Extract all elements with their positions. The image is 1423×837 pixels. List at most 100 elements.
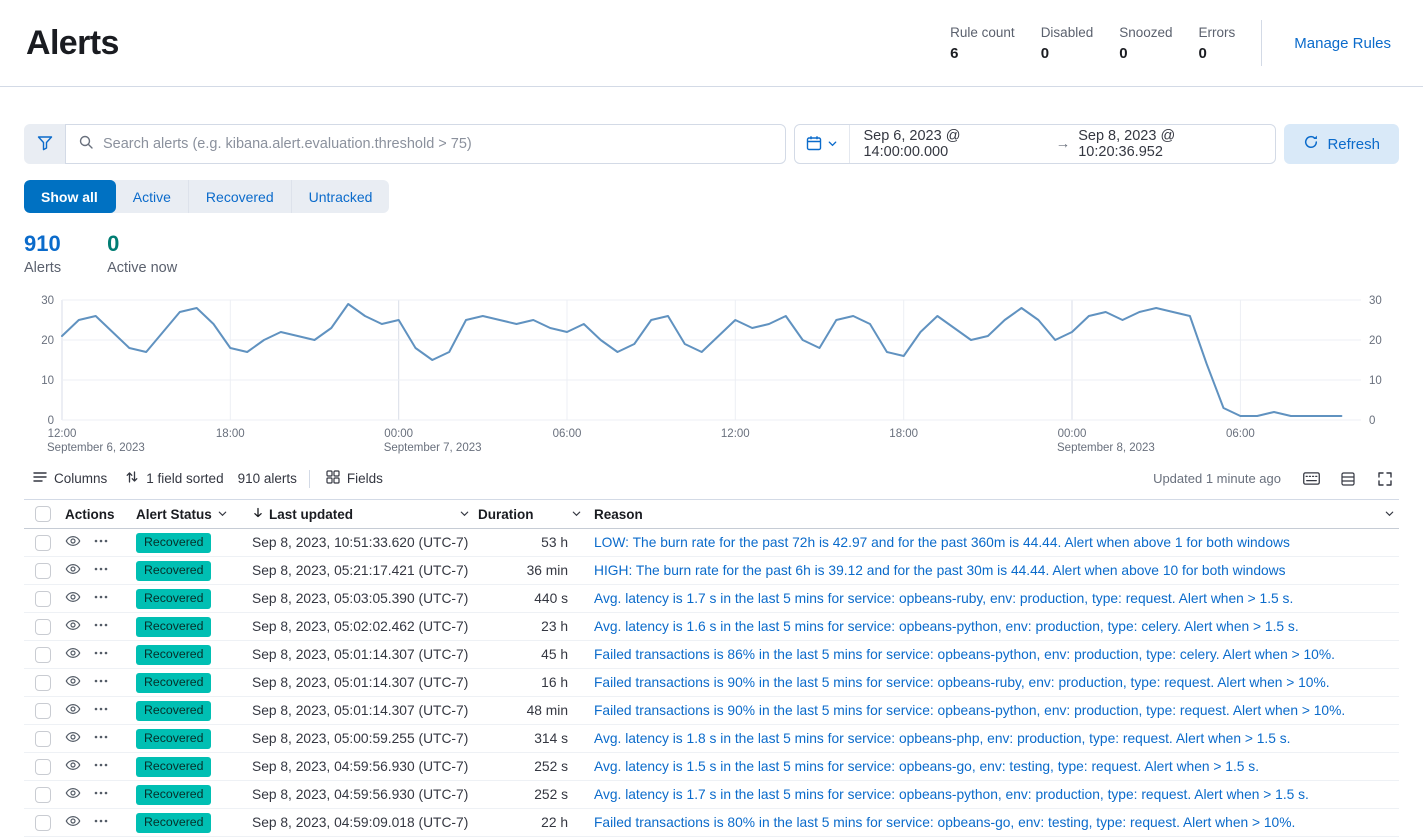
reason-link[interactable]: Avg. latency is 1.6 s in the last 5 mins… <box>594 619 1299 634</box>
more-actions-icon <box>93 701 109 720</box>
query-menu-button[interactable] <box>24 124 65 164</box>
row-checkbox[interactable] <box>35 563 51 579</box>
row-checkbox[interactable] <box>35 731 51 747</box>
svg-text:12:00: 12:00 <box>48 428 77 440</box>
search-input[interactable] <box>103 136 773 152</box>
more-actions-button[interactable] <box>93 645 109 664</box>
fields-icon <box>326 470 340 487</box>
svg-text:18:00: 18:00 <box>216 428 245 440</box>
toolbar-divider <box>309 470 310 488</box>
columns-button[interactable]: Columns <box>24 466 116 491</box>
row-checkbox[interactable] <box>35 787 51 803</box>
table-row: Recovered Sep 8, 2023, 05:01:14.307 (UTC… <box>24 697 1399 725</box>
refresh-button[interactable]: Refresh <box>1284 124 1399 164</box>
eye-icon <box>65 561 81 580</box>
more-actions-button[interactable] <box>93 561 109 580</box>
columns-button-label: Columns <box>54 471 107 486</box>
alerts-over-time-chart: 12:00September 6, 202318:0000:00Septembe… <box>24 290 1399 454</box>
more-actions-icon <box>93 729 109 748</box>
more-actions-button[interactable] <box>93 589 109 608</box>
sort-fields-button[interactable]: 1 field sorted <box>116 466 232 491</box>
alert-count-label: 910 alerts <box>233 467 302 490</box>
reason-link[interactable]: Failed transactions is 80% in the last 5… <box>594 815 1295 830</box>
view-alert-details-button[interactable] <box>65 645 81 664</box>
view-alert-details-button[interactable] <box>65 813 81 832</box>
column-header-reason[interactable]: Reason <box>588 507 1399 522</box>
search-box <box>65 124 786 164</box>
last-updated-cell: Sep 8, 2023, 04:59:09.018 (UTC-7) <box>252 815 478 830</box>
table-row: Recovered Sep 8, 2023, 05:00:59.255 (UTC… <box>24 725 1399 753</box>
reason-link[interactable]: Failed transactions is 86% in the last 5… <box>594 647 1335 662</box>
view-alert-details-button[interactable] <box>65 617 81 636</box>
svg-text:0: 0 <box>1369 415 1375 427</box>
reason-link[interactable]: HIGH: The burn rate for the past 6h is 3… <box>594 563 1286 578</box>
view-alert-details-button[interactable] <box>65 533 81 552</box>
svg-text:10: 10 <box>1369 375 1382 387</box>
reason-link[interactable]: Avg. latency is 1.8 s in the last 5 mins… <box>594 731 1291 746</box>
view-alert-details-button[interactable] <box>65 701 81 720</box>
alert-status-filter-group: Show all Active Recovered Untracked <box>24 180 389 213</box>
reason-link[interactable]: Failed transactions is 90% in the last 5… <box>594 675 1330 690</box>
column-header-alert-status[interactable]: Alert Status <box>136 507 252 522</box>
column-header-last-updated[interactable]: Last updated <box>252 507 478 522</box>
display-density-icon[interactable] <box>1334 467 1362 491</box>
more-actions-button[interactable] <box>93 533 109 552</box>
row-checkbox[interactable] <box>35 675 51 691</box>
row-checkbox[interactable] <box>35 619 51 635</box>
more-actions-button[interactable] <box>93 701 109 720</box>
fields-button[interactable]: Fields <box>317 466 392 491</box>
more-actions-button[interactable] <box>93 813 109 832</box>
filter-recovered[interactable]: Recovered <box>189 180 292 213</box>
eye-icon <box>65 757 81 776</box>
rule-stats-group: Rule count 6 Disabled 0 Snoozed 0 Errors… <box>950 20 1397 66</box>
more-actions-button[interactable] <box>93 757 109 776</box>
view-alert-details-button[interactable] <box>65 757 81 776</box>
eye-icon <box>65 673 81 692</box>
date-range-end[interactable]: Sep 8, 2023 @ 10:20:36.952 <box>1078 128 1262 160</box>
page-header: Alerts Rule count 6 Disabled 0 Snoozed 0… <box>0 0 1423 87</box>
stat-snoozed: Snoozed 0 <box>1119 25 1172 62</box>
manage-rules-link[interactable]: Manage Rules <box>1288 35 1397 52</box>
view-alert-details-button[interactable] <box>65 729 81 748</box>
chevron-down-icon <box>1384 507 1395 522</box>
duration-cell: 16 h <box>478 675 588 690</box>
sort-fields-icon <box>125 470 139 487</box>
search-icon <box>78 134 94 155</box>
row-checkbox[interactable] <box>35 647 51 663</box>
eye-icon <box>65 533 81 552</box>
select-all-checkbox[interactable] <box>35 506 51 522</box>
columns-icon <box>33 470 47 487</box>
row-checkbox[interactable] <box>35 591 51 607</box>
row-checkbox[interactable] <box>35 535 51 551</box>
date-quick-select-button[interactable] <box>795 125 850 163</box>
row-checkbox[interactable] <box>35 759 51 775</box>
stat-value: 0 <box>1041 45 1094 62</box>
fullscreen-icon[interactable] <box>1371 467 1399 491</box>
keyboard-shortcuts-icon[interactable] <box>1297 467 1325 491</box>
filter-show-all[interactable]: Show all <box>24 180 116 213</box>
reason-link[interactable]: Avg. latency is 1.5 s in the last 5 mins… <box>594 759 1259 774</box>
row-checkbox[interactable] <box>35 815 51 831</box>
view-alert-details-button[interactable] <box>65 589 81 608</box>
more-actions-button[interactable] <box>93 785 109 804</box>
view-alert-details-button[interactable] <box>65 561 81 580</box>
column-header-duration[interactable]: Duration <box>478 507 588 522</box>
filter-active[interactable]: Active <box>116 180 189 213</box>
status-badge: Recovered <box>136 561 211 581</box>
more-actions-icon <box>93 813 109 832</box>
reason-link[interactable]: Failed transactions is 90% in the last 5… <box>594 703 1345 718</box>
view-alert-details-button[interactable] <box>65 673 81 692</box>
reason-link[interactable]: Avg. latency is 1.7 s in the last 5 mins… <box>594 591 1293 606</box>
svg-text:September 6, 2023: September 6, 2023 <box>47 442 145 454</box>
row-checkbox[interactable] <box>35 703 51 719</box>
reason-link[interactable]: Avg. latency is 1.7 s in the last 5 mins… <box>594 787 1309 802</box>
more-actions-button[interactable] <box>93 617 109 636</box>
reason-link[interactable]: LOW: The burn rate for the past 72h is 4… <box>594 535 1290 550</box>
date-range-start[interactable]: Sep 6, 2023 @ 14:00:00.000 <box>863 128 1047 160</box>
more-actions-button[interactable] <box>93 673 109 692</box>
more-actions-button[interactable] <box>93 729 109 748</box>
eye-icon <box>65 701 81 720</box>
svg-text:20: 20 <box>1369 335 1382 347</box>
view-alert-details-button[interactable] <box>65 785 81 804</box>
filter-untracked[interactable]: Untracked <box>292 180 390 213</box>
